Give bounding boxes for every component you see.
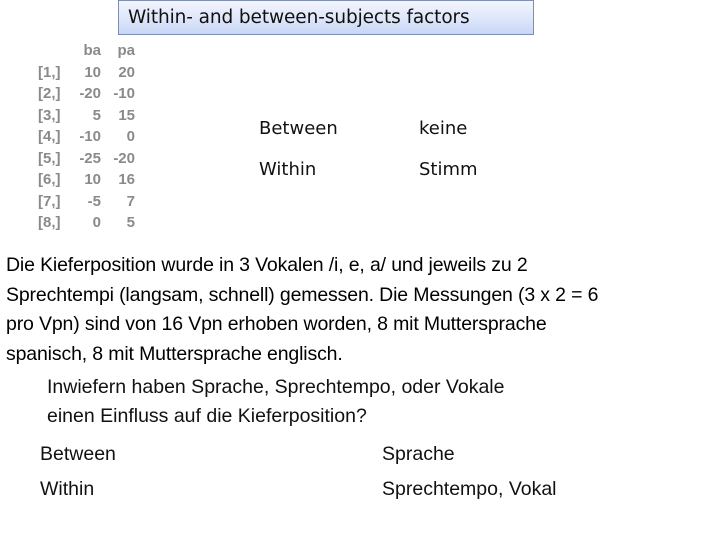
study-description: Die Kieferposition wurde in 3 Vokalen /i… — [6, 251, 716, 369]
matrix-row: [7,] -5 7 — [38, 191, 135, 213]
slide-title: Within- and between-subjects factors — [118, 0, 534, 35]
question-line: einen Einfluss auf die Kieferposition? — [47, 405, 367, 427]
description-line: pro Vpn) sind von 16 Vpn erhoben worden,… — [6, 313, 547, 335]
matrix-cell: 10 — [84, 171, 101, 188]
factor-row-within: Within Stimm — [259, 149, 478, 190]
matrix-cell: 0 — [126, 128, 135, 145]
matrix-row: [1,] 10 20 — [38, 62, 135, 84]
matrix-cell: -10 — [79, 128, 101, 145]
factor-value: Sprechtempo, Vokal — [382, 478, 557, 500]
matrix-row-label: [3,] — [38, 106, 61, 124]
matrix-cell: 16 — [118, 171, 135, 188]
factor-type-label: Within — [40, 478, 95, 500]
factor-type-label: Within — [259, 159, 317, 180]
answer-row-within: Within Sprechtempo, Vokal — [40, 472, 557, 507]
matrix-row: [4,] -10 0 — [38, 126, 135, 148]
matrix-row: [5,] -25 -20 — [38, 148, 135, 170]
matrix-cell: -25 — [79, 149, 101, 167]
factor-type-label: Between — [40, 443, 116, 465]
matrix-row-label: [7,] — [38, 192, 61, 210]
matrix-header-row: ba pa — [38, 40, 135, 62]
description-line: spanisch, 8 mit Muttersprache englisch. — [6, 342, 343, 365]
matrix-cell: 5 — [92, 106, 101, 124]
factor-row-between: Between keine — [259, 108, 478, 149]
matrix-row: [3,] 5 15 — [38, 105, 135, 127]
matrix-row-label: [6,] — [38, 171, 61, 188]
matrix-cell: 10 — [84, 63, 101, 81]
matrix-cell: 15 — [118, 106, 135, 124]
matrix-row: [6,] 10 16 — [38, 169, 135, 191]
matrix-cell: -20 — [113, 149, 135, 167]
r-matrix-output: ba pa [1,] 10 20 [2,] -20 -10 [3,] 5 15 … — [38, 40, 135, 234]
factor-value: Sprache — [382, 443, 455, 465]
matrix-row-label: [5,] — [38, 149, 61, 167]
matrix-col-header: pa — [117, 42, 135, 59]
matrix-cell: 0 — [92, 214, 101, 231]
factors-example-table: Between keine Within Stimm — [259, 108, 478, 190]
matrix-cell: -5 — [87, 192, 101, 210]
description-line: Sprechtempi (langsam, schnell) gemessen.… — [6, 283, 599, 306]
description-line: Die Kieferposition wurde in 3 Vokalen /i… — [6, 254, 528, 276]
factor-value: keine — [419, 118, 468, 139]
slide-title-text: Within- and between-subjects factors — [128, 7, 470, 28]
matrix-cell: 7 — [126, 192, 135, 210]
matrix-row: [2,] -20 -10 — [38, 83, 135, 105]
matrix-cell: 20 — [118, 63, 135, 81]
factor-type-label: Between — [259, 118, 338, 139]
matrix-row-label: [1,] — [38, 63, 61, 81]
question-line: Inwiefern haben Sprache, Sprechtempo, od… — [47, 376, 505, 398]
matrix-row: [8,] 0 5 — [38, 212, 135, 234]
research-question: Inwiefern haben Sprache, Sprechtempo, od… — [47, 373, 687, 431]
factor-value: Stimm — [419, 159, 478, 180]
factors-answer-table: Between Sprache Within Sprechtempo, Voka… — [40, 437, 557, 507]
matrix-row-label: [4,] — [38, 128, 61, 145]
matrix-cell: -10 — [113, 85, 135, 102]
matrix-row-label: [2,] — [38, 85, 61, 102]
matrix-cell: 5 — [126, 214, 135, 231]
matrix-row-label: [8,] — [38, 214, 61, 231]
matrix-col-header: ba — [83, 42, 101, 59]
matrix-cell: -20 — [79, 85, 101, 102]
answer-row-between: Between Sprache — [40, 437, 557, 472]
